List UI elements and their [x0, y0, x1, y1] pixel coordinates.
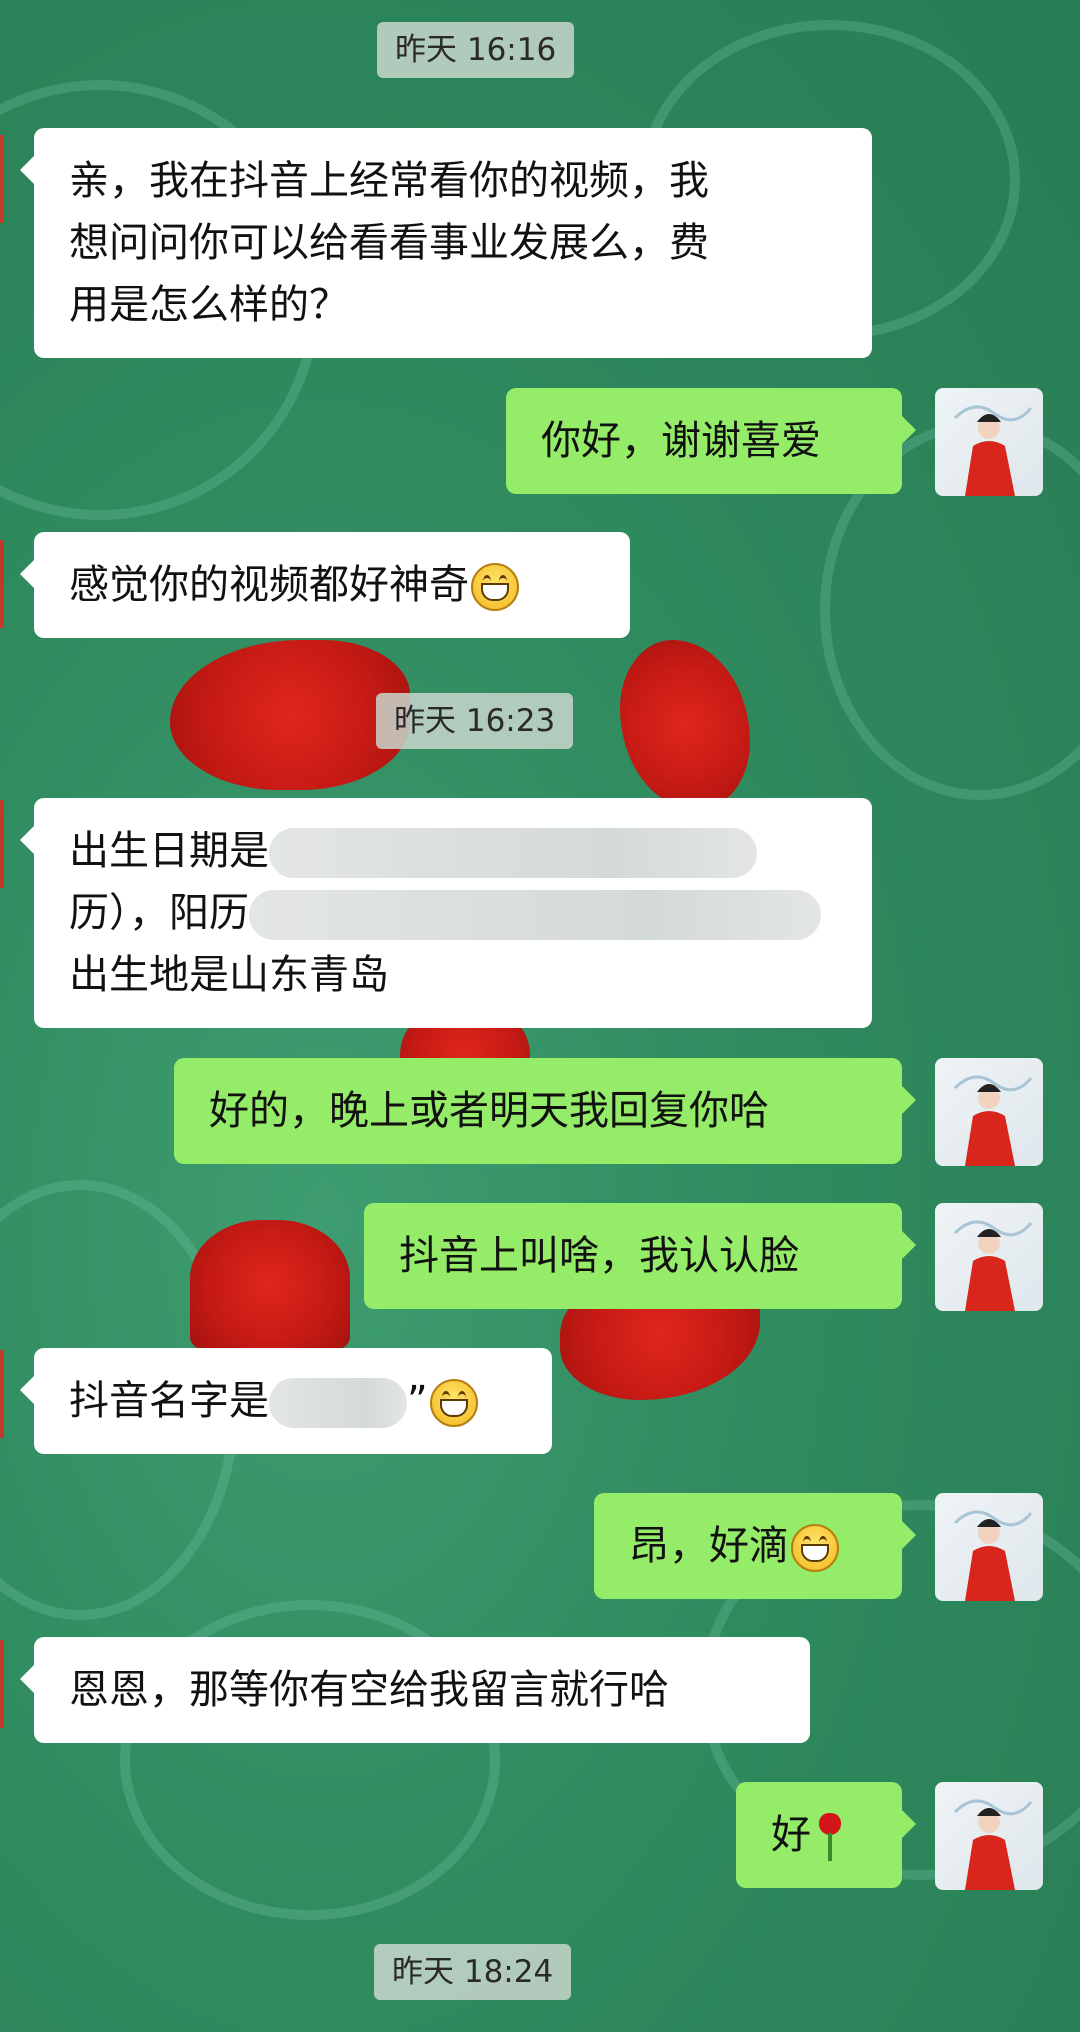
redacted-text: [269, 1378, 407, 1428]
message-text: 抖音上叫啥，我认认脸: [399, 1233, 799, 1279]
message-suffix: ”: [407, 1378, 428, 1424]
message-line: 历），阳历: [69, 890, 249, 936]
message-line: 想问问你可以给看看事业发展么，费: [69, 220, 709, 266]
avatar-icon[interactable]: [935, 1493, 1043, 1601]
chat-view: 昨天 16:16 亲，我在抖音上经常看你的视频，我 想问问你可以给看看事业发展么…: [0, 0, 1080, 2032]
message-text: 好: [771, 1812, 811, 1858]
grinning-face-emoji: [471, 563, 519, 611]
message-text: 好的，晚上或者明天我回复你哈: [209, 1088, 769, 1134]
message-line: 出生地是山东青岛: [69, 952, 389, 998]
message-bubble-received[interactable]: 亲，我在抖音上经常看你的视频，我 想问问你可以给看看事业发展么，费 用是怎么样的…: [20, 128, 872, 358]
avatar-icon[interactable]: [935, 388, 1043, 496]
rose-emoji: [815, 1811, 845, 1863]
message-text: 你好，谢谢喜爱: [541, 418, 821, 464]
avatar-edge: [0, 1640, 4, 1728]
message-bubble-received[interactable]: 恩恩，那等你有空给我留言就行哈: [20, 1637, 810, 1743]
avatar-icon[interactable]: [935, 1058, 1043, 1166]
message-text: 感觉你的视频都好神奇: [69, 562, 469, 608]
avatar-icon[interactable]: [935, 1782, 1043, 1890]
message-line: 用是怎么样的？: [69, 282, 349, 328]
message-line: 亲，我在抖音上经常看你的视频，我: [69, 158, 709, 204]
message-text: 抖音名字是: [69, 1378, 269, 1424]
message-bubble-received[interactable]: 抖音名字是 ”: [20, 1348, 552, 1454]
message-text: 昂，好滴: [629, 1523, 789, 1569]
message-bubble-sent[interactable]: 昂，好滴: [594, 1493, 916, 1599]
message-bubble-sent[interactable]: 你好，谢谢喜爱: [506, 388, 916, 494]
message-bubble-sent[interactable]: 好: [736, 1782, 916, 1888]
grinning-face-emoji: [791, 1524, 839, 1572]
timestamp: 昨天 16:16: [377, 22, 575, 78]
avatar-icon[interactable]: [935, 1203, 1043, 1311]
avatar-edge: [0, 1350, 4, 1438]
message-text: 恩恩，那等你有空给我留言就行哈: [69, 1667, 669, 1713]
grinning-face-emoji: [429, 1379, 478, 1427]
message-bubble-sent[interactable]: 抖音上叫啥，我认认脸: [364, 1203, 916, 1309]
redacted-text: [249, 890, 821, 940]
message-bubble-received[interactable]: 感觉你的视频都好神奇: [20, 532, 630, 638]
message-line: 出生日期是: [69, 828, 269, 874]
redacted-text: [269, 828, 757, 878]
avatar-edge: [0, 800, 4, 888]
timestamp: 昨天 16:23: [376, 693, 574, 749]
avatar-edge: [0, 135, 4, 223]
message-bubble-sent[interactable]: 好的，晚上或者明天我回复你哈: [174, 1058, 916, 1164]
timestamp: 昨天 18:24: [374, 1944, 572, 2000]
message-bubble-received[interactable]: 出生日期是 历），阳历 出生地是山东青岛: [20, 798, 872, 1028]
avatar-edge: [0, 540, 4, 628]
